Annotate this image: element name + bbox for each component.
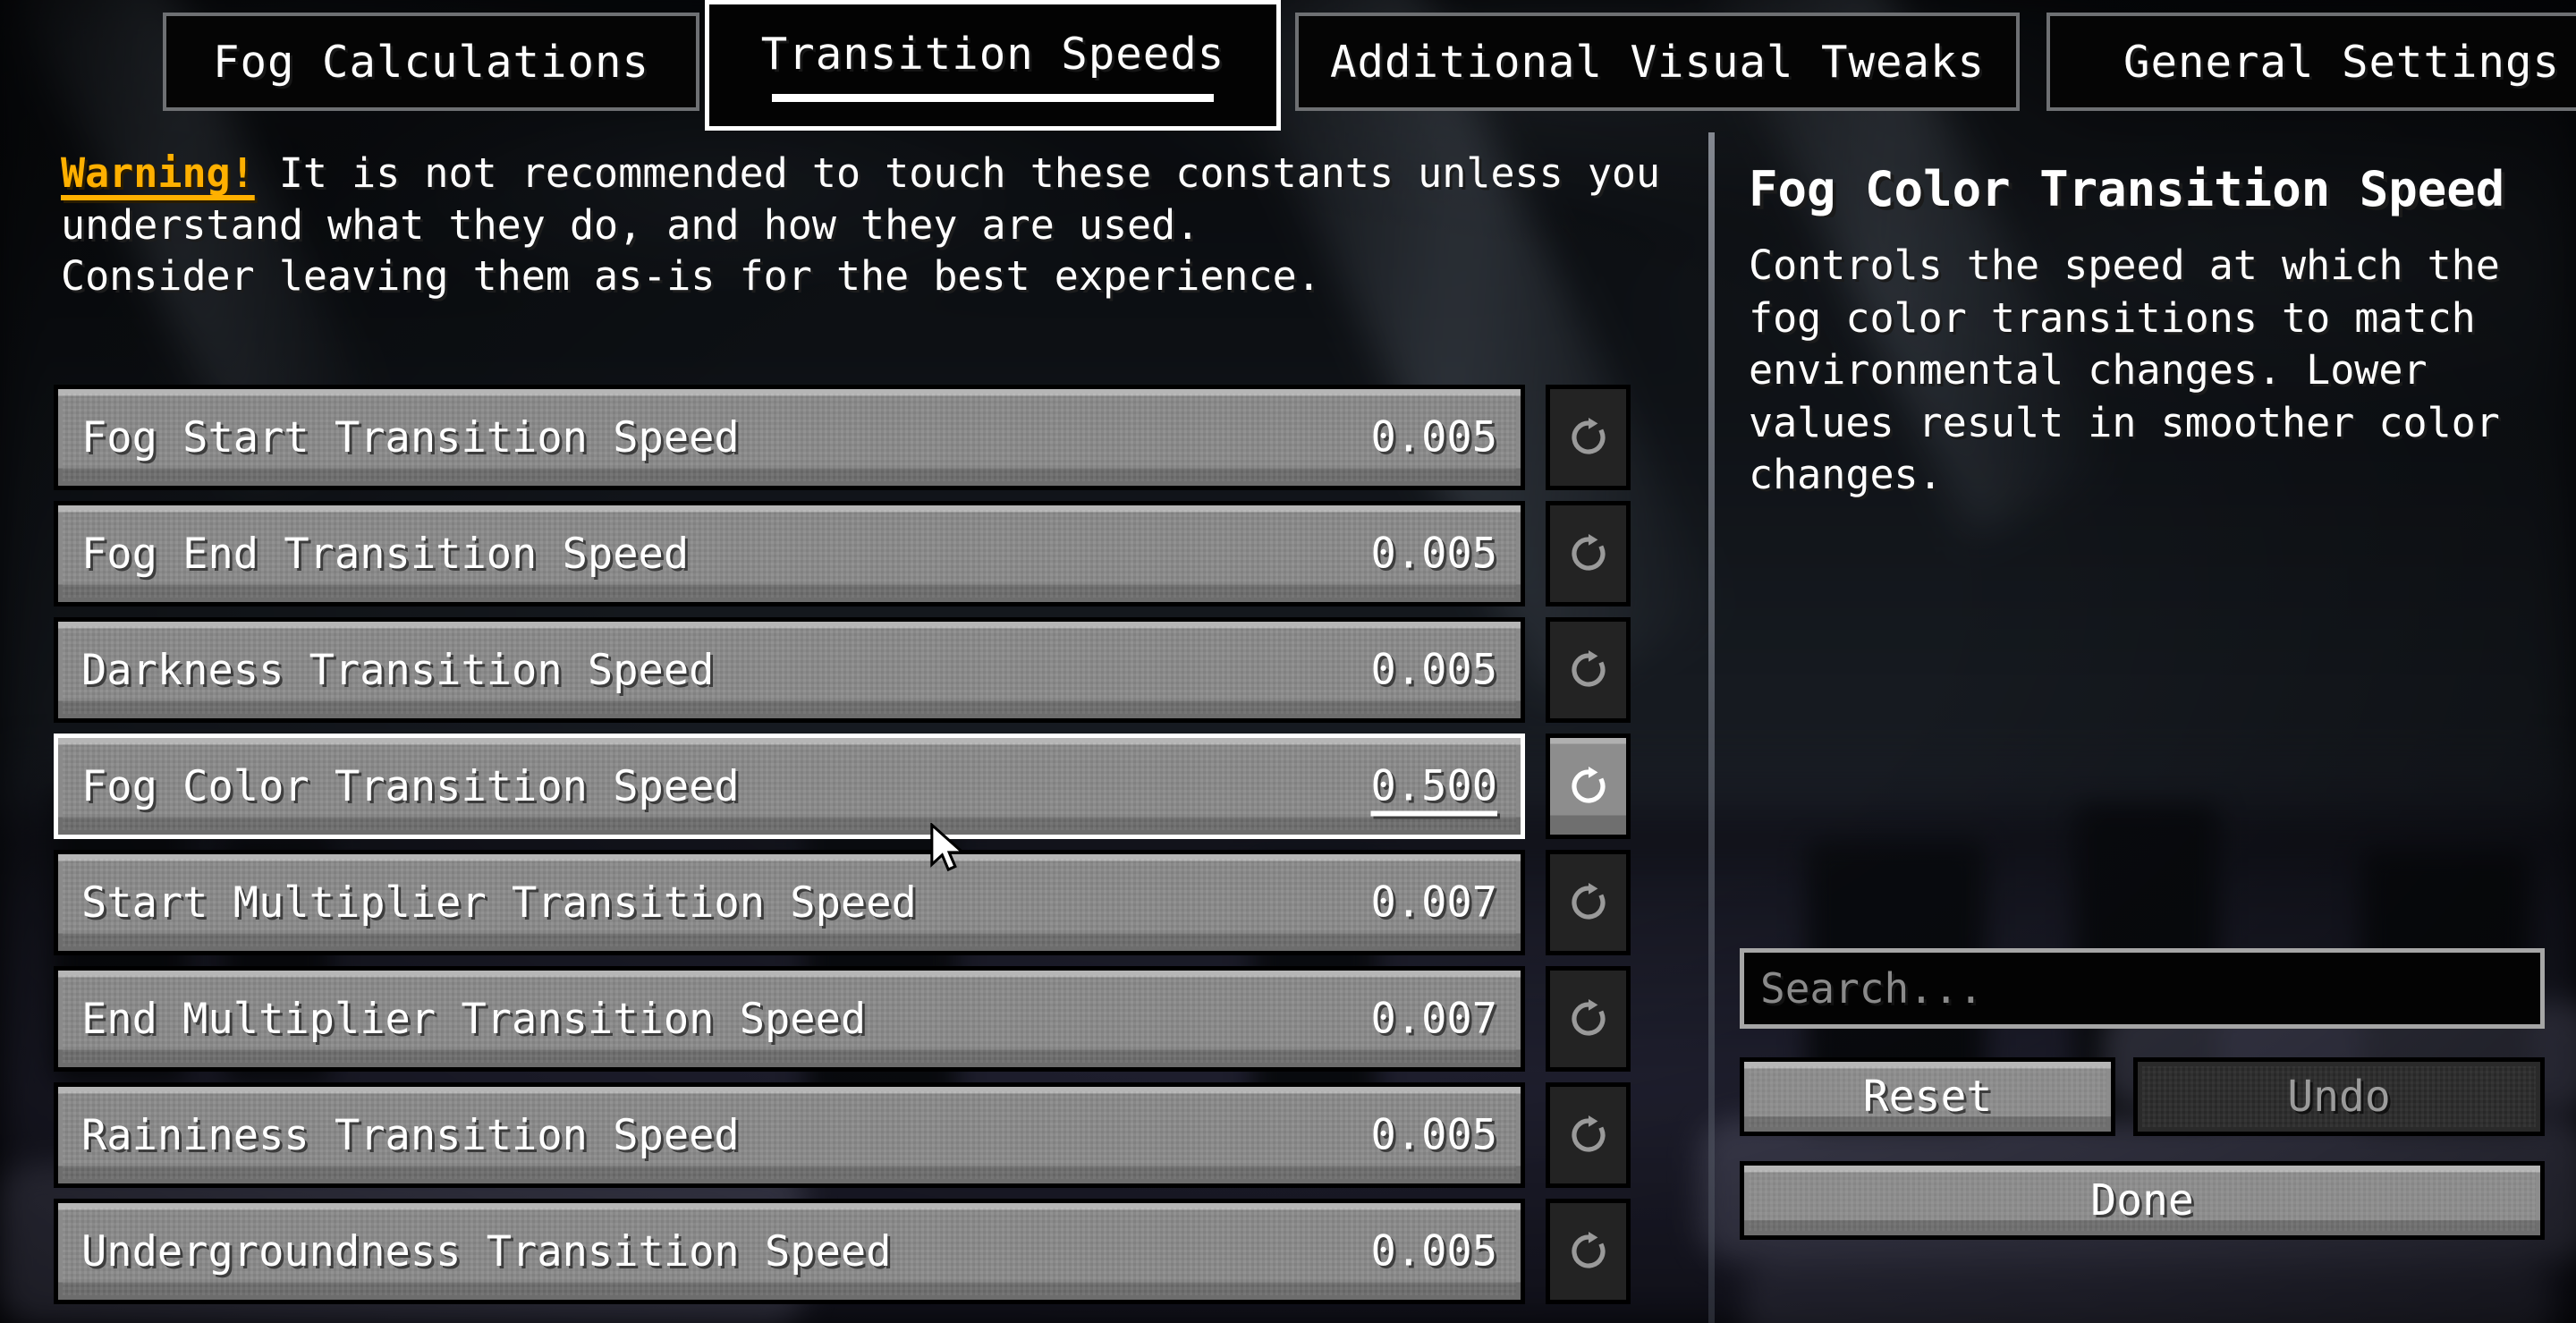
option-label: Darkness Transition Speed <box>81 645 715 695</box>
option-row[interactable]: Fog Color Transition Speed 0.500 <box>54 734 1655 839</box>
done-button[interactable]: Done <box>1740 1161 2545 1240</box>
option-value: 0.007 <box>1370 994 1497 1044</box>
option-value: 0.005 <box>1370 412 1497 462</box>
tab-fog-calculations[interactable]: Fog Calculations <box>163 13 699 111</box>
option-reset-button[interactable] <box>1546 966 1631 1072</box>
option-reset-button[interactable] <box>1546 501 1631 606</box>
option-slider-track[interactable]: Fog End Transition Speed 0.005 <box>54 501 1525 606</box>
undo-button-label: Undo <box>2287 1072 2391 1122</box>
option-slider-track[interactable]: End Multiplier Transition Speed 0.007 <box>54 966 1525 1072</box>
detail-description: Controls the speed at which the fog colo… <box>1749 242 2500 498</box>
option-slider-track[interactable]: Raininess Transition Speed 0.005 <box>54 1082 1525 1188</box>
option-reset-button[interactable] <box>1546 1199 1631 1304</box>
option-label: End Multiplier Transition Speed <box>81 994 867 1044</box>
option-value: 0.007 <box>1370 878 1497 928</box>
reset-arrow-icon <box>1571 883 1606 920</box>
option-label: Undergroundness Transition Speed <box>81 1226 892 1276</box>
option-row[interactable]: Fog Start Transition Speed 0.005 <box>54 385 1655 490</box>
option-reset-button[interactable] <box>1546 850 1631 955</box>
warning-line-2: Consider leaving them as-is for the best… <box>61 252 1321 301</box>
option-label: Start Multiplier Transition Speed <box>81 878 917 928</box>
search-input[interactable]: Search... <box>1740 948 2545 1029</box>
option-label: Raininess Transition Speed <box>81 1110 740 1160</box>
option-row[interactable]: Fog End Transition Speed 0.005 <box>54 501 1655 606</box>
reset-arrow-icon <box>1571 767 1606 803</box>
detail-panel: Fog Color Transition Speed Controls the … <box>1740 0 2576 1323</box>
option-slider-track[interactable]: Undergroundness Transition Speed 0.005 <box>54 1199 1525 1304</box>
option-reset-button[interactable] <box>1546 385 1631 490</box>
option-row[interactable]: Undergroundness Transition Speed 0.005 <box>54 1199 1655 1304</box>
detail-title: Fog Color Transition Speed <box>1749 161 2505 217</box>
search-placeholder: Search... <box>1760 964 1984 1013</box>
reset-arrow-icon <box>1571 534 1606 571</box>
option-label: Fog End Transition Speed <box>81 529 690 579</box>
option-slider-track[interactable]: Darkness Transition Speed 0.005 <box>54 617 1525 723</box>
option-value: 0.005 <box>1370 1226 1497 1276</box>
reset-arrow-icon <box>1571 1115 1606 1152</box>
tab-transition-speeds[interactable]: Transition Speeds <box>705 0 1281 131</box>
warning-prefix: Warning! <box>61 149 255 197</box>
option-slider-track[interactable]: Fog Start Transition Speed 0.005 <box>54 385 1525 490</box>
option-row[interactable]: End Multiplier Transition Speed 0.007 <box>54 966 1655 1072</box>
active-tab-underline <box>771 94 1215 102</box>
options-list: Fog Start Transition Speed 0.005 Fog End T… <box>54 385 1655 1315</box>
reset-arrow-icon <box>1571 999 1606 1036</box>
option-row[interactable]: Start Multiplier Transition Speed 0.007 <box>54 850 1655 955</box>
mouse-cursor <box>930 823 967 872</box>
done-button-label: Done <box>2090 1175 2194 1225</box>
warning-body: It is not recommended to touch these con… <box>61 149 1661 249</box>
reset-arrow-icon <box>1571 1232 1606 1268</box>
option-reset-button[interactable] <box>1546 734 1631 839</box>
option-value: 0.500 <box>1370 761 1497 811</box>
option-row[interactable]: Raininess Transition Speed 0.005 <box>54 1082 1655 1188</box>
option-reset-button[interactable] <box>1546 617 1631 723</box>
option-label: Fog Color Transition Speed <box>81 761 740 811</box>
reset-button[interactable]: Reset <box>1740 1057 2115 1136</box>
option-value: 0.005 <box>1370 645 1497 695</box>
option-slider-track[interactable]: Start Multiplier Transition Speed 0.007 <box>54 850 1525 955</box>
tab-label: Fog Calculations <box>212 36 649 88</box>
option-value: 0.005 <box>1370 529 1497 579</box>
warning-line-1: Warning! It is not recommended to touch … <box>61 148 1689 250</box>
option-row[interactable]: Darkness Transition Speed 0.005 <box>54 617 1655 723</box>
tab-label: Transition Speeds <box>760 29 1225 80</box>
warning-banner: Warning! It is not recommended to touch … <box>61 148 1689 302</box>
panel-divider <box>1708 132 1715 1323</box>
option-label: Fog Start Transition Speed <box>81 412 740 462</box>
reset-arrow-icon <box>1571 650 1606 687</box>
reset-arrow-icon <box>1571 418 1606 454</box>
option-reset-button[interactable] <box>1546 1082 1631 1188</box>
option-slider-track[interactable]: Fog Color Transition Speed 0.500 <box>54 734 1525 839</box>
undo-button[interactable]: Undo <box>2133 1057 2545 1136</box>
option-value: 0.005 <box>1370 1110 1497 1160</box>
reset-button-label: Reset <box>1862 1072 1993 1122</box>
